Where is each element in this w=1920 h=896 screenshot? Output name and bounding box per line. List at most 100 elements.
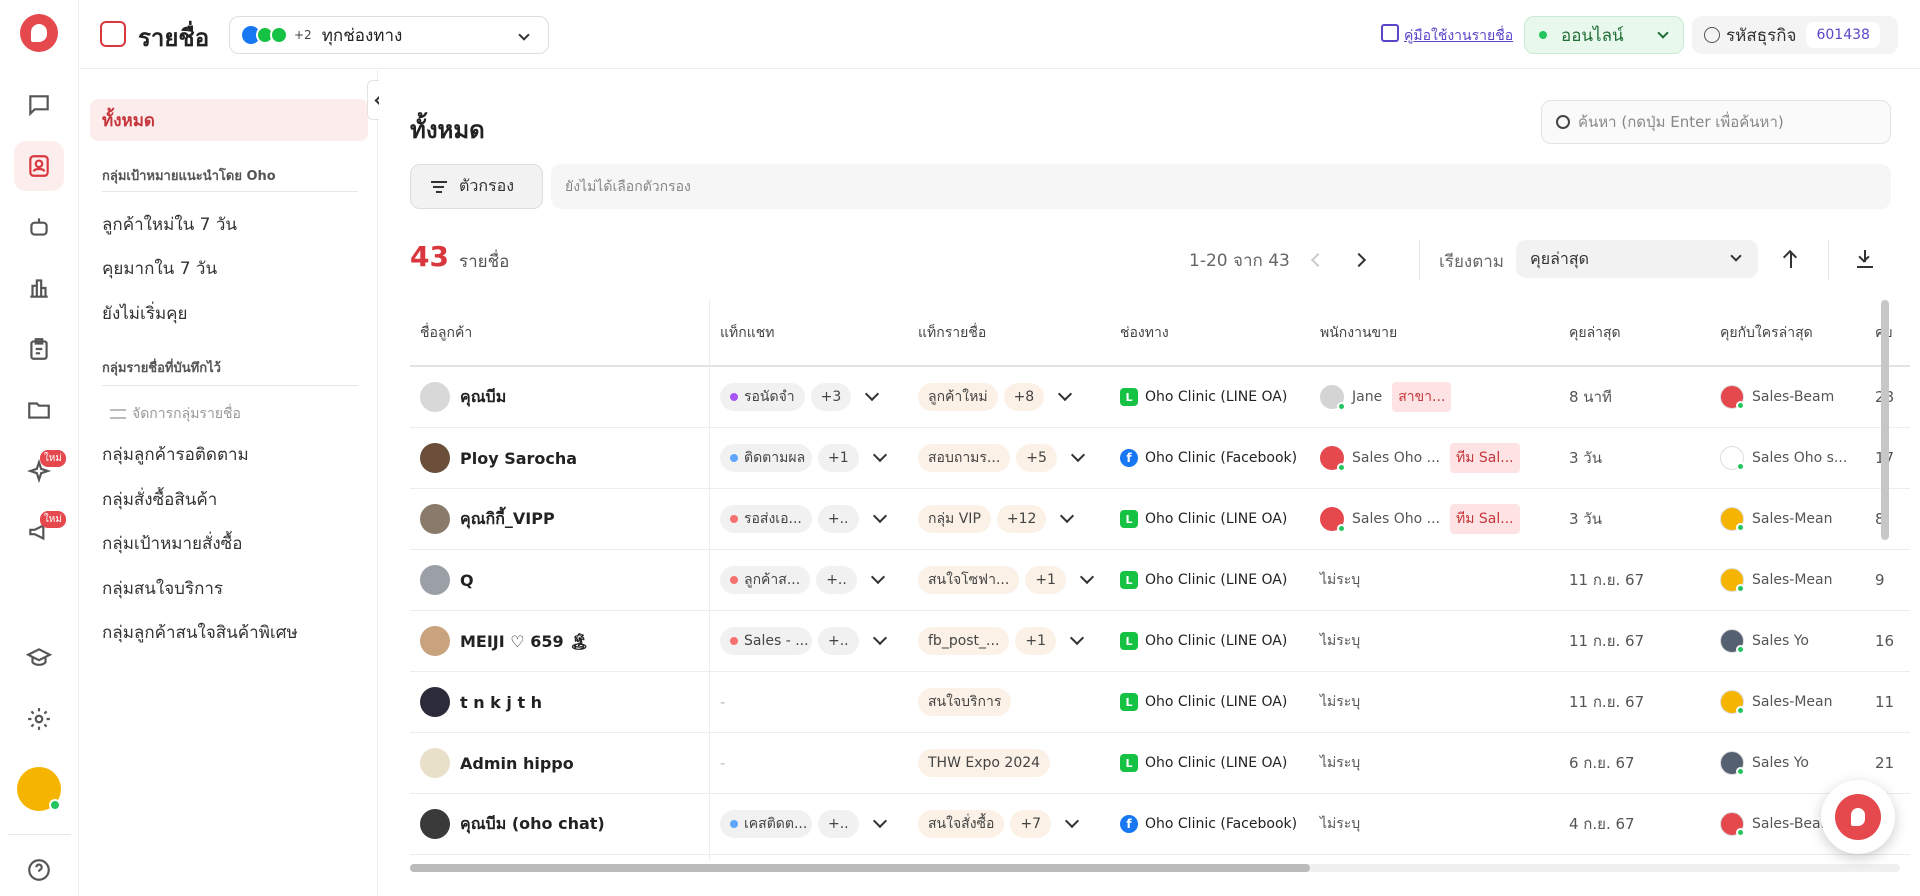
chevron-down-icon[interactable] — [872, 508, 887, 524]
sidebar-item-service[interactable]: กลุ่มสนใจบริการ — [90, 567, 368, 609]
chat-support-button[interactable] — [1821, 780, 1895, 854]
sort-select[interactable]: คุยล่าสุด — [1516, 240, 1758, 278]
chevron-down-icon[interactable] — [1079, 569, 1095, 585]
chat-tag-more[interactable]: +.. — [817, 505, 859, 533]
sidebar-item-all[interactable]: ทั้งหมด — [90, 99, 368, 141]
chat-tag-pill[interactable]: Sales - ... — [720, 627, 812, 655]
chat-tag-more[interactable]: +.. — [816, 566, 857, 594]
chat-tag-more[interactable]: +1 — [818, 444, 859, 472]
guide-link[interactable]: คู่มือใช้งานรายชื่อ — [1404, 25, 1513, 47]
channel-select[interactable]: +2 ทุกช่องทาง — [229, 16, 549, 54]
filter-button[interactable]: ตัวกรอง — [410, 164, 543, 209]
list-tag-more[interactable]: +8 — [1003, 383, 1045, 411]
table-row[interactable]: Admin hippo - THW Expo 2024 L Oho Clinic … — [410, 733, 1910, 794]
prev-page-button[interactable] — [1303, 245, 1333, 275]
table-row[interactable]: Ploy Sarocha ติดตามผล +1 สอบถามร... +5 f Oh… — [410, 428, 1910, 489]
table-row[interactable]: MEIJI ♡ 659 🏝 Sales - ... +.. fb_post_...… — [410, 611, 1910, 672]
list-tag-more[interactable]: +1 — [1015, 627, 1057, 655]
scrollbar-thumb[interactable] — [410, 864, 1310, 872]
chevron-down-icon[interactable] — [1060, 508, 1075, 524]
search-input[interactable]: ค้นหา (กดปุ่ม Enter เพื่อค้นหา) — [1541, 100, 1891, 144]
chevron-down-icon[interactable] — [1070, 447, 1085, 463]
next-page-button[interactable] — [1344, 245, 1374, 275]
sidebar-item-new-7d[interactable]: ลูกค้าใหม่ใน 7 วัน — [90, 203, 368, 245]
table-row[interactable]: คุณบีม รอนัดจำ +3 ลูกค้าใหม่ +8 L Oho Clini… — [410, 367, 1910, 428]
chat-tag-pill[interactable]: ลูกค้าส... — [720, 566, 811, 594]
chart-icon[interactable] — [14, 263, 64, 313]
list-tag-pill[interactable]: สอบถามร... — [918, 444, 1011, 472]
chat-icon[interactable] — [14, 80, 64, 130]
chat-tag-more[interactable]: +.. — [818, 627, 859, 655]
sidebar-item-not-started[interactable]: ยังไม่เริ่มคุย — [90, 292, 368, 334]
customer-name[interactable]: Ploy Sarocha — [460, 449, 577, 468]
sidebar-item-target-orders[interactable]: กลุ่มเป้าหมายสั่งซื้อ — [90, 522, 368, 564]
col-header-chat-tag[interactable]: แท็กแชท — [720, 300, 774, 366]
download-button[interactable] — [1849, 243, 1881, 275]
list-tag-pill[interactable]: ลูกค้าใหม่ — [918, 383, 998, 411]
school-icon[interactable] — [14, 633, 64, 683]
clipboard-icon[interactable] — [14, 324, 64, 374]
customer-name[interactable]: คุณกิกี้_VIPP — [460, 507, 555, 532]
col-header-last-chat[interactable]: คุยล่าสุด — [1569, 300, 1621, 366]
list-tag-pill[interactable]: กลุ่ม VIP — [918, 505, 991, 533]
list-tag-pill[interactable]: สนใจบริการ — [918, 688, 1012, 716]
sidebar-item-special[interactable]: กลุ่มลูกค้าสนใจสินค้าพิเศษ — [90, 611, 368, 653]
col-header-last-with[interactable]: คุยกับใครล่าสุด — [1720, 300, 1813, 366]
customer-name[interactable]: Admin hippo — [460, 754, 574, 773]
table-row[interactable]: Q ลูกค้าส... +.. สนใจโซฟา... +1 L Oho Clini… — [410, 550, 1910, 611]
customer-name[interactable]: MEIJI ♡ 659 🏝 — [460, 632, 589, 651]
contacts-icon[interactable] — [14, 141, 64, 191]
vertical-scrollbar[interactable] — [1881, 300, 1889, 540]
customer-name[interactable]: คุณบีม — [460, 385, 506, 410]
list-tag-pill[interactable]: THW Expo 2024 — [918, 749, 1051, 777]
sort-direction-button[interactable] — [1775, 243, 1807, 275]
horizontal-scrollbar[interactable] — [410, 864, 1900, 872]
list-tag-pill[interactable]: fb_post_... — [918, 627, 1010, 655]
chevron-down-icon[interactable] — [870, 569, 885, 585]
chevron-down-icon[interactable] — [1069, 630, 1085, 646]
chat-tag-pill[interactable]: รอส่งเอ... — [720, 505, 812, 533]
manage-groups-link[interactable]: จัดการกลุ่มรายชื่อ — [110, 403, 241, 425]
filter-chips-area[interactable]: ยังไม่ได้เลือกตัวกรอง — [551, 164, 1891, 209]
table-row[interactable]: t n k j t h - สนใจบริการ L Oho Clinic (LI… — [410, 672, 1910, 733]
list-tag-pill[interactable]: สนใจโซฟา... — [918, 566, 1020, 594]
status-select[interactable]: ออนไลน์ — [1524, 16, 1684, 54]
table-row[interactable]: คุณกิกี้_VIPP รอส่งเอ... +.. กลุ่ม VIP +12… — [410, 489, 1910, 550]
sidebar-item-active-7d[interactable]: คุยมากใน 7 วัน — [90, 247, 368, 289]
chat-tag-more[interactable]: +3 — [810, 383, 852, 411]
help-icon[interactable] — [14, 848, 64, 892]
list-tag-more[interactable]: +12 — [996, 505, 1047, 533]
chevron-down-icon[interactable] — [872, 630, 887, 646]
list-tag-pill[interactable]: สนใจสั่งซื้อ — [918, 810, 1005, 838]
user-avatar[interactable] — [17, 767, 61, 811]
sparkle-icon[interactable]: ใหม่ — [14, 446, 66, 496]
chevron-down-icon[interactable] — [1065, 813, 1080, 829]
chevron-down-icon[interactable] — [1058, 386, 1073, 402]
col-header-name[interactable]: ชื่อลูกค้า — [420, 300, 472, 366]
sidebar-item-orders[interactable]: กลุ่มสั่งซื้อสินค้า — [90, 478, 368, 520]
chat-tag-pill[interactable]: ติดตามผล — [720, 444, 812, 472]
megaphone-icon[interactable]: ใหม่ — [14, 507, 66, 557]
customer-name[interactable]: Q — [460, 571, 474, 590]
chevron-down-icon[interactable] — [865, 386, 880, 402]
list-tag-more[interactable]: +7 — [1010, 810, 1052, 838]
oho-logo[interactable] — [20, 14, 58, 52]
col-header-sales[interactable]: พนักงานขาย — [1320, 300, 1397, 366]
list-tag-more[interactable]: +1 — [1025, 566, 1066, 594]
folder-icon[interactable] — [14, 385, 64, 435]
chevron-down-icon[interactable] — [872, 813, 887, 829]
customer-name[interactable]: t n k j t h — [460, 693, 542, 712]
chevron-down-icon[interactable] — [872, 447, 887, 463]
col-header-list-tag[interactable]: แท็กรายชื่อ — [918, 300, 986, 366]
list-tag-more[interactable]: +5 — [1016, 444, 1057, 472]
customer-name[interactable]: คุณบีม (oho chat) — [460, 812, 605, 837]
col-header-channel[interactable]: ช่องทาง — [1120, 300, 1169, 366]
table-row[interactable]: คุณบีม (oho chat) เคสติดต... +.. สนใจสั่ง… — [410, 794, 1910, 855]
chat-tag-pill[interactable]: รอนัดจำ — [720, 383, 805, 411]
sidebar-item-follow-up[interactable]: กลุ่มลูกค้ารอติดตาม — [90, 433, 368, 475]
chat-tag-more[interactable]: +.. — [818, 810, 859, 838]
settings-icon[interactable] — [14, 694, 64, 744]
bot-icon[interactable] — [14, 202, 64, 252]
channel-extra-count: +2 — [294, 28, 312, 42]
chat-tag-pill[interactable]: เคสติดต... — [720, 810, 812, 838]
